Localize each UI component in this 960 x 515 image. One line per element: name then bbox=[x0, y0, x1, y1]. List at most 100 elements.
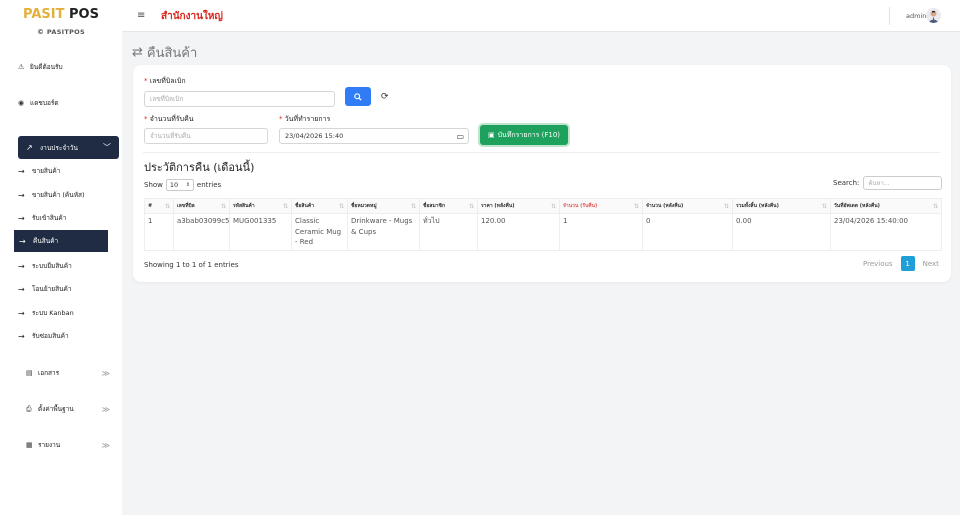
table-cell: 1 bbox=[144, 213, 174, 251]
report-icon: ▦ bbox=[26, 441, 33, 449]
column-header[interactable]: เลขที่บิล ⇅ bbox=[173, 198, 230, 214]
chevron-right-icon: ≫ bbox=[101, 404, 110, 414]
user-name[interactable]: admin bbox=[906, 12, 926, 20]
sidebar-sub-kanban[interactable]: → ระบบ Kanban bbox=[18, 308, 113, 318]
column-header[interactable]: จำนวน (หลังคืน) ⇅ bbox=[642, 198, 733, 214]
search-icon bbox=[354, 92, 362, 101]
sidebar-sub-return[interactable]: → คืนสินค้า bbox=[14, 230, 108, 252]
sort-icon: ⇅ bbox=[282, 203, 288, 210]
page-length-control: Show 10 ⇕ entries bbox=[144, 179, 222, 191]
qty-input[interactable]: จำนวนที่รับคืน bbox=[144, 128, 268, 144]
column-header[interactable]: # ⇅ bbox=[144, 198, 174, 214]
sort-icon: ⇅ bbox=[932, 203, 938, 210]
bill-input[interactable]: เลขที่บิลเบิก bbox=[144, 91, 335, 107]
arrow-right-icon: → bbox=[18, 213, 25, 223]
user-avatar-icon bbox=[928, 10, 939, 23]
column-header[interactable]: รหัสสินค้า ⇅ bbox=[229, 198, 292, 214]
topbar: ≡ สำนักงานใหญ่ admin bbox=[122, 0, 960, 32]
column-header[interactable]: รวมทั้งสิ้น (หลังคืน) ⇅ bbox=[732, 198, 831, 214]
save-button[interactable]: ▣ บันทึกรายการ (F10) bbox=[480, 125, 568, 145]
table-cell: Drinkware - Mugs & Cups bbox=[347, 213, 420, 251]
chevron-down-icon: ﹀ bbox=[103, 143, 111, 152]
arrow-right-icon: → bbox=[18, 166, 25, 176]
warning-icon: ⚠ bbox=[18, 63, 25, 71]
qty-label: * จำนวนที่รับคืน bbox=[144, 115, 194, 123]
arrow-right-icon: → bbox=[18, 331, 25, 341]
arrow-right-icon: → bbox=[18, 190, 25, 200]
copyright-icon: © bbox=[37, 28, 45, 36]
bill-label: * เลขที่บิลเบิก bbox=[144, 77, 186, 85]
calendar-icon: ▭ bbox=[456, 131, 464, 141]
printer-icon: ⎙ bbox=[26, 404, 32, 413]
trend-icon: ↗ bbox=[26, 143, 33, 152]
column-header[interactable]: จำนวน (รับคืน) ⇅ bbox=[559, 198, 643, 214]
sort-icon: ⇅ bbox=[633, 203, 639, 210]
chevron-right-icon: ≫ bbox=[101, 368, 110, 378]
search-button[interactable] bbox=[345, 87, 371, 106]
table-cell: MUG001335 bbox=[229, 213, 292, 251]
brand-subtitle: © PASITPOS bbox=[37, 28, 85, 36]
sidebar-sub-sell[interactable]: → ขายสินค้า bbox=[18, 166, 113, 176]
column-header[interactable]: ราคา (หลังคืน) ⇅ bbox=[477, 198, 560, 214]
next-button[interactable]: Next bbox=[923, 260, 939, 268]
sort-icon: ⇅ bbox=[220, 203, 226, 210]
page-button-current[interactable]: 1 bbox=[900, 256, 915, 271]
brand-logo: PASIT POS bbox=[23, 7, 99, 22]
divider bbox=[889, 7, 890, 25]
sidebar-item-reports[interactable]: ▦ รายงาน ≫ bbox=[26, 440, 116, 450]
entries-info: Showing 1 to 1 of 1 entries bbox=[144, 261, 239, 269]
sort-icon: ⇅ bbox=[550, 203, 556, 210]
branch-name: สำนักงานใหญ่ bbox=[161, 11, 223, 22]
column-header[interactable]: ชื่อหมวดหมู่ ⇅ bbox=[347, 198, 420, 214]
refresh-icon[interactable]: ⟳ bbox=[381, 92, 389, 102]
sidebar-item-documents[interactable]: ▤ เอกสาร ≫ bbox=[26, 368, 116, 378]
sidebar-sub-receive[interactable]: → รับเข้าสินค้า bbox=[18, 213, 113, 223]
table-cell: 0 bbox=[642, 213, 733, 251]
arrow-right-icon: → bbox=[18, 284, 25, 294]
dashboard-icon: ◉ bbox=[18, 99, 25, 107]
sort-icon: ⇅ bbox=[723, 203, 729, 210]
pagination: Previous 1 Next bbox=[863, 256, 939, 271]
sidebar-item-welcome[interactable]: ⚠ ยินดีต้อนรับ bbox=[18, 62, 118, 72]
chevron-updown-icon: ⇕ bbox=[185, 182, 190, 188]
sidebar-sub-sell-code[interactable]: → ขายสินค้า (ค้นหัส) bbox=[18, 190, 113, 200]
page-title: ⇄ คืนสินค้า bbox=[132, 45, 198, 61]
sidebar-sub-repair[interactable]: → รับซ่อมสินค้า bbox=[18, 331, 113, 341]
divider bbox=[143, 152, 940, 153]
sort-icon: ⇅ bbox=[338, 203, 344, 210]
table-cell: ทั่วไป bbox=[419, 213, 478, 251]
history-table: # ⇅ เลขที่บิล ⇅ รหัสสินค้า ⇅ ชื่อสินค้า ⇅ ชื… bbox=[144, 198, 942, 251]
sort-icon: ⇅ bbox=[821, 203, 827, 210]
sidebar-sub-transfer[interactable]: → โอนย้ายสินค้า bbox=[18, 284, 113, 294]
return-card: * เลขที่บิลเบิก เลขที่บิลเบิก ⟳ * จำนวนท… bbox=[133, 65, 951, 282]
sidebar-item-settings[interactable]: ⎙ ตั้งค่าพื้นฐาน ≫ bbox=[26, 404, 116, 414]
table-cell: 120.00 bbox=[477, 213, 560, 251]
arrow-right-icon: → bbox=[18, 261, 25, 271]
exchange-icon: ⇄ bbox=[132, 45, 143, 60]
column-header[interactable]: วันที่อัพเดต (หลังคืน) ⇅ bbox=[830, 198, 942, 214]
history-title: ประวัติการคืน (เดือนนี้) bbox=[144, 161, 255, 174]
table-row: 1 a3bab03099c5 MUG001335 Classic Ceramic… bbox=[144, 213, 942, 251]
table-search-input[interactable]: ค้นหา... bbox=[863, 176, 943, 190]
previous-button[interactable]: Previous bbox=[863, 260, 893, 268]
sidebar: PASIT POS © PASITPOS ⚠ ยินดีต้อนรับ ◉ แด… bbox=[0, 0, 122, 515]
menu-icon[interactable]: ≡ bbox=[137, 10, 145, 21]
date-input[interactable]: 23/04/2026 15:40 ▭ bbox=[279, 128, 469, 144]
table-cell: 23/04/2026 15:40:00 bbox=[830, 213, 942, 251]
column-header[interactable]: ชื่อสินค้า ⇅ bbox=[291, 198, 348, 214]
save-icon: ▣ bbox=[487, 131, 495, 139]
column-header[interactable]: ชื่อสมาชิก ⇅ bbox=[419, 198, 478, 214]
date-label: * วันที่ทำรายการ bbox=[279, 115, 331, 123]
avatar[interactable] bbox=[926, 8, 941, 23]
arrow-right-icon: → bbox=[19, 236, 26, 246]
sidebar-group-daily[interactable]: ↗ งานประจำวัน ﹀ bbox=[18, 136, 119, 159]
table-search: Search: ค้นหา... bbox=[833, 176, 943, 190]
table-header-row: # ⇅ เลขที่บิล ⇅ รหัสสินค้า ⇅ ชื่อสินค้า ⇅ ชื… bbox=[144, 198, 942, 214]
sidebar-sub-borrow[interactable]: → ระบบยืมสินค้า bbox=[18, 261, 113, 271]
page-length-select[interactable]: 10 ⇕ bbox=[165, 179, 194, 191]
sort-icon: ⇅ bbox=[410, 203, 416, 210]
table-cell: Classic Ceramic Mug - Red bbox=[291, 213, 348, 251]
table-cell: a3bab03099c5 bbox=[173, 213, 230, 251]
sidebar-item-dashboard[interactable]: ◉ แดชบอร์ด bbox=[18, 98, 118, 108]
sort-icon: ⇅ bbox=[164, 203, 170, 210]
